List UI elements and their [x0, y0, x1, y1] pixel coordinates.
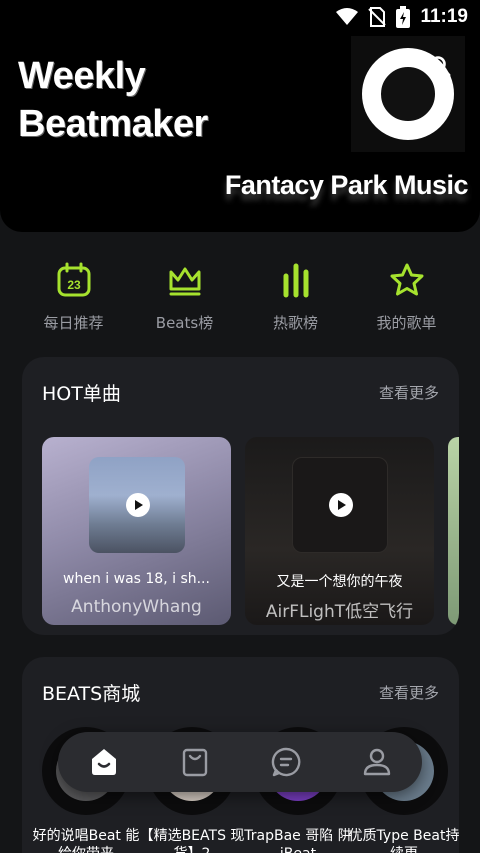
bars-icon: [283, 263, 308, 298]
song-artist: AirFLighT低空飞行: [265, 602, 414, 622]
quick-playlist-label: 我的歌单: [376, 314, 437, 332]
home-icon: [91, 749, 116, 775]
star-icon: [390, 263, 423, 296]
beat-label: 优质Type Beat持续更: [348, 828, 459, 853]
quick-nav: 23 每日推荐 Beats榜 热歌榜 我的歌单: [0, 262, 480, 333]
quick-beats-label: Beats榜: [155, 314, 214, 332]
song-card-partial[interactable]: [448, 437, 459, 625]
status-time: 11:19: [420, 6, 468, 27]
hot-singles-card: HOT单曲 查看更多 when i was 18, i sh... Anthon…: [22, 357, 459, 635]
wifi-icon: [336, 8, 359, 25]
nav-profile[interactable]: [347, 732, 407, 792]
banner-brand: Fantacy Park Music: [224, 170, 469, 200]
hot-song-list: when i was 18, i sh... AnthonyWhang 又是一个…: [42, 437, 459, 625]
song-card[interactable]: when i was 18, i sh... AnthonyWhang: [42, 437, 231, 625]
search-icon[interactable]: [428, 54, 452, 78]
nav-messages[interactable]: [256, 732, 316, 792]
nav-shop[interactable]: [165, 732, 225, 792]
beat-label: 好的说唱Beat 能给你带来: [32, 828, 140, 853]
no-sim-icon: [368, 7, 387, 27]
nav-home[interactable]: [74, 732, 134, 792]
calendar-icon: 23: [57, 262, 90, 297]
quick-daily-label: 每日推荐: [43, 314, 104, 332]
banner[interactable]: 11:19 Weekly Beatmaker Fantacy Park Musi…: [0, 0, 480, 232]
chat-icon: [271, 747, 300, 777]
svg-text:23: 23: [67, 278, 81, 292]
hot-title: HOT单曲: [42, 383, 121, 405]
song-name: 又是一个想你的午夜: [276, 574, 403, 590]
quick-my-playlist[interactable]: 我的歌单: [362, 262, 452, 333]
bottom-nav: [58, 732, 422, 792]
beat-label: TrapBae 哥陷 阱 iBeat: [244, 828, 352, 853]
quick-daily[interactable]: 23 每日推荐: [29, 262, 119, 333]
battery-icon: [396, 6, 411, 28]
song-name: when i was 18, i sh...: [63, 571, 210, 587]
quick-beats-chart[interactable]: Beats榜: [140, 262, 230, 333]
song-card[interactable]: 又是一个想你的午夜 AirFLighT低空飞行: [245, 437, 434, 625]
bag-icon: [182, 748, 207, 777]
crown-icon: [169, 267, 200, 296]
beat-label: 【精选BEATS 现货】2: [139, 828, 245, 853]
play-icon[interactable]: [126, 493, 150, 517]
banner-title: Weekly Beatmaker: [18, 55, 208, 145]
play-icon[interactable]: [329, 493, 353, 517]
quick-hot-chart[interactable]: 热歌榜: [251, 262, 341, 333]
beats-more-link[interactable]: 查看更多: [379, 682, 439, 703]
quick-hot-label: 热歌榜: [272, 314, 318, 332]
profile-icon: [363, 748, 390, 776]
hot-more-link[interactable]: 查看更多: [379, 382, 439, 403]
beats-title: BEATS商城: [42, 683, 141, 705]
song-artist: AnthonyWhang: [71, 597, 202, 617]
status-bar: 11:19: [336, 6, 468, 28]
